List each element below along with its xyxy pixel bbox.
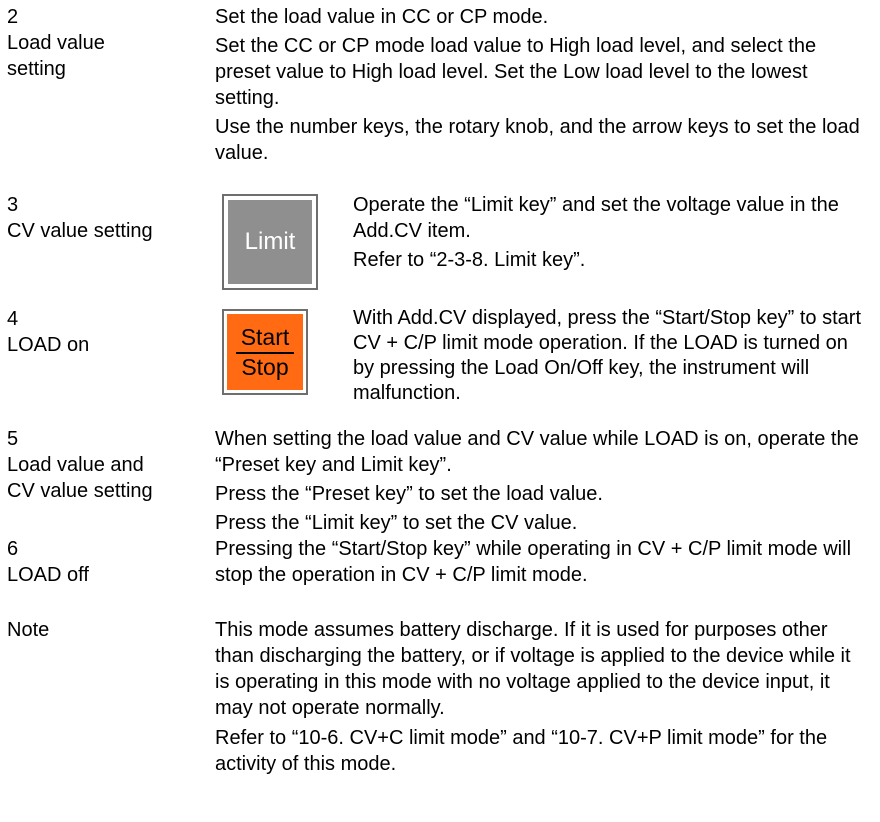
start-stop-key-icon: Start Stop [222, 309, 308, 395]
paragraph: Press the “Preset key” to set the load v… [215, 483, 603, 505]
step-number: 6 [7, 538, 19, 560]
paragraph: Refer to “2-3-8. Limit key”. [353, 249, 586, 271]
step-title-line: Load value [7, 32, 105, 54]
paragraph: Refer to “10-6. CV+C limit mode” and “10… [215, 727, 828, 775]
paragraph: Operate the “Limit key” and set the volt… [353, 194, 839, 242]
step-label: 4 LOAD on [7, 306, 207, 358]
step-title-line: CV value setting [7, 220, 153, 242]
step-content: Operate the “Limit key” and set the volt… [353, 192, 873, 273]
paragraph: Set the load value in CC or CP mode. [215, 6, 549, 28]
step-number: 2 [7, 6, 19, 28]
step-title-line: LOAD off [7, 564, 89, 586]
step-content: Set the load value in CC or CP mode. Set… [215, 4, 865, 166]
step-content: With Add.CV displayed, press the “Start/… [353, 306, 873, 406]
step-label: 5 Load value and CV value setting [7, 426, 207, 504]
step-label: 6 LOAD off [7, 536, 207, 588]
step-number: 4 [7, 308, 19, 330]
note-label: Note [7, 617, 207, 643]
paragraph: With Add.CV displayed, press the “Start/… [353, 307, 861, 404]
step-title-line: CV value setting [7, 480, 153, 502]
step-label: 2 Load value setting [7, 4, 207, 82]
step-label: 3 CV value setting [7, 192, 207, 244]
step-number: 5 [7, 428, 19, 450]
step-content: When setting the load value and CV value… [215, 426, 865, 536]
paragraph: Pressing the “Start/Stop key” while oper… [215, 538, 852, 586]
note-content: This mode assumes battery discharge. If … [215, 617, 865, 777]
paragraph: Use the number keys, the rotary knob, an… [215, 116, 860, 164]
manual-page: 2 Load value setting Set the load value … [0, 0, 880, 822]
step-title-line: LOAD on [7, 334, 90, 356]
limit-key-icon: Limit [222, 194, 318, 290]
paragraph: Set the CC or CP mode load value to High… [215, 35, 817, 109]
note-heading: Note [7, 619, 50, 641]
stop-key-label: Stop [241, 353, 289, 380]
paragraph: Press the “Limit key” to set the CV valu… [215, 512, 578, 534]
paragraph: When setting the load value and CV value… [215, 428, 859, 476]
start-key-label: Start [240, 323, 290, 350]
step-title-line: Load value and [7, 454, 144, 476]
step-title-line: setting [7, 58, 66, 80]
limit-key-label: Limit [228, 200, 312, 284]
step-content: Pressing the “Start/Stop key” while oper… [215, 536, 865, 588]
step-number: 3 [7, 194, 19, 216]
paragraph: This mode assumes battery discharge. If … [215, 619, 851, 719]
